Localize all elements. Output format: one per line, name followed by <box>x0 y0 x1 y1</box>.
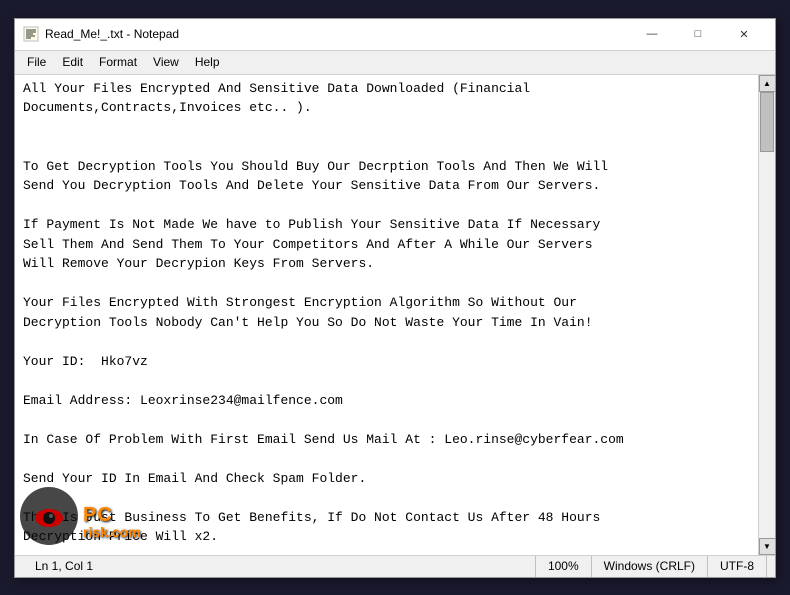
scroll-track[interactable] <box>759 92 775 538</box>
scroll-down-arrow[interactable]: ▼ <box>759 538 776 555</box>
title-bar: Read_Me!_.txt - Notepad — □ ✕ <box>15 19 775 51</box>
app-icon <box>23 26 39 42</box>
scrollbar[interactable]: ▲ ▼ <box>758 75 775 555</box>
text-editor[interactable]: All Your Files Encrypted And Sensitive D… <box>15 75 758 555</box>
window-controls: — □ ✕ <box>629 18 767 50</box>
status-position: Ln 1, Col 1 <box>23 556 536 577</box>
menu-help[interactable]: Help <box>187 53 228 71</box>
close-button[interactable]: ✕ <box>721 18 767 50</box>
menu-view[interactable]: View <box>145 53 187 71</box>
editor-wrapper: All Your Files Encrypted And Sensitive D… <box>15 75 775 555</box>
status-line-ending: Windows (CRLF) <box>592 556 708 577</box>
status-zoom: 100% <box>536 556 592 577</box>
maximize-button[interactable]: □ <box>675 18 721 50</box>
notepad-window: Read_Me!_.txt - Notepad — □ ✕ File Edit … <box>14 18 776 578</box>
status-bar: Ln 1, Col 1 100% Windows (CRLF) UTF-8 <box>15 555 775 577</box>
menu-edit[interactable]: Edit <box>54 53 91 71</box>
menu-file[interactable]: File <box>19 53 54 71</box>
scroll-up-arrow[interactable]: ▲ <box>759 75 776 92</box>
minimize-button[interactable]: — <box>629 18 675 50</box>
status-encoding: UTF-8 <box>708 556 767 577</box>
window-title: Read_Me!_.txt - Notepad <box>45 27 629 41</box>
menu-bar: File Edit Format View Help <box>15 51 775 75</box>
scroll-thumb[interactable] <box>760 92 774 152</box>
menu-format[interactable]: Format <box>91 53 145 71</box>
